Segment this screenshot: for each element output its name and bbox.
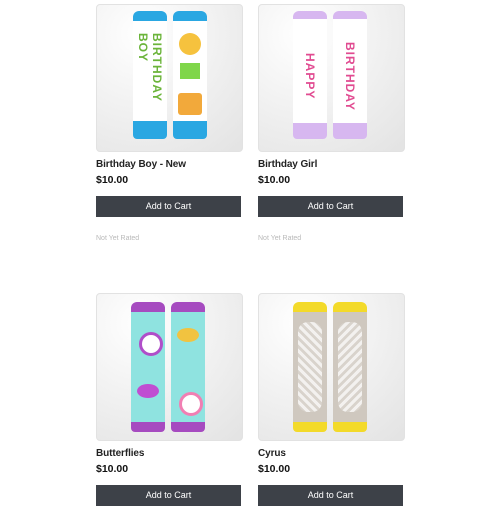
- rating-status: Not Yet Rated: [96, 235, 140, 242]
- sock-right: [173, 11, 207, 139]
- sock-print-text: BIRTHDAY: [343, 41, 357, 111]
- add-to-cart-button[interactable]: Add to Cart: [96, 485, 241, 506]
- product-title[interactable]: Cyrus: [258, 448, 404, 459]
- gift-graphic: [180, 63, 200, 79]
- flower-graphic: [179, 392, 203, 416]
- product-card: Butterflies $10.00 Add to Cart: [96, 293, 243, 506]
- product-image[interactable]: HAPPY BIRTHDAY: [258, 4, 405, 152]
- product-price: $10.00: [258, 463, 291, 475]
- flower-graphic: [139, 332, 163, 356]
- add-to-cart-button[interactable]: Add to Cart: [258, 196, 403, 217]
- sock-left: [293, 302, 327, 432]
- sock-left: BIRTHDAY BOY: [133, 11, 167, 139]
- damask-pattern-graphic: [298, 322, 322, 412]
- butterfly-graphic: [177, 328, 199, 342]
- sock-print-text: BIRTHDAY BOY: [136, 33, 164, 102]
- butterfly-graphic: [137, 384, 159, 398]
- product-price: $10.00: [258, 174, 291, 186]
- product-card: BIRTHDAY BOY Birthday Boy - New $10.00 A…: [96, 4, 243, 242]
- sock-right: [171, 302, 205, 432]
- sock-right: BIRTHDAY: [333, 11, 367, 139]
- sock-left: [131, 302, 165, 432]
- product-image[interactable]: [258, 293, 405, 441]
- product-title[interactable]: Birthday Boy - New: [96, 159, 242, 170]
- product-price: $10.00: [96, 463, 129, 475]
- product-title[interactable]: Birthday Girl: [258, 159, 404, 170]
- product-card: HAPPY BIRTHDAY Birthday Girl $10.00 Add …: [258, 4, 405, 242]
- sock-print-text: HAPPY: [303, 52, 317, 100]
- sock-right: [333, 302, 367, 432]
- product-price: $10.00: [96, 174, 129, 186]
- add-to-cart-button[interactable]: Add to Cart: [96, 196, 241, 217]
- sock-left: HAPPY: [293, 11, 327, 139]
- product-image[interactable]: BIRTHDAY BOY: [96, 4, 243, 152]
- balloon-graphic: [179, 33, 201, 55]
- add-to-cart-button[interactable]: Add to Cart: [258, 485, 403, 506]
- rating-status: Not Yet Rated: [258, 235, 302, 242]
- damask-pattern-graphic: [338, 322, 362, 412]
- product-title[interactable]: Butterflies: [96, 448, 242, 459]
- product-image[interactable]: [96, 293, 243, 441]
- product-card: Cyrus $10.00 Add to Cart: [258, 293, 405, 506]
- cake-graphic: [178, 93, 202, 115]
